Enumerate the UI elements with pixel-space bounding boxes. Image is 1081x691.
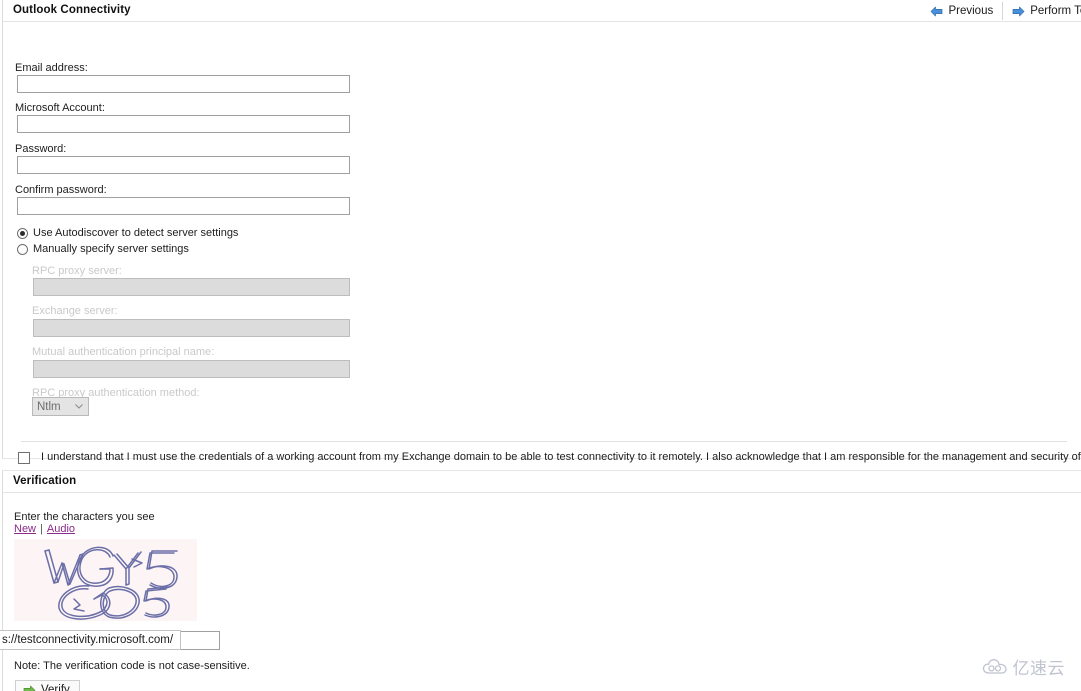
radio-label-autodiscover: Use Autodiscover to detect server settin… [33, 227, 239, 239]
header-actions: Previous Perform Tes [921, 1, 1081, 21]
verify-button[interactable]: Verify [15, 680, 80, 691]
exchange-server-label: Exchange server: [32, 305, 118, 317]
captcha-image [14, 539, 197, 621]
microsoft-account-label: Microsoft Account: [15, 102, 105, 114]
acknowledgement-text: I understand that I must use the credent… [41, 451, 1081, 463]
cloud-icon [982, 659, 1007, 674]
radio-indicator-manual [17, 243, 28, 255]
previous-button-label: Previous [948, 5, 994, 17]
rpc-proxy-server-input[interactable] [33, 278, 350, 296]
acknowledgement-checkbox[interactable] [18, 452, 30, 464]
password-label: Password: [15, 143, 67, 155]
status-bar-url: s://testconnectivity.microsoft.com/ [2, 634, 174, 646]
confirm-password-input[interactable] [17, 197, 350, 215]
captcha-prompt: Enter the characters you see [14, 511, 155, 523]
radio-manual-settings[interactable]: Manually specify server settings [17, 243, 189, 255]
perform-test-button[interactable]: Perform Tes [1002, 2, 1081, 20]
radio-indicator-autodiscover [17, 227, 28, 239]
acknowledgement-row: I understand that I must use the credent… [18, 451, 1081, 464]
radio-use-autodiscover[interactable]: Use Autodiscover to detect server settin… [17, 227, 238, 239]
rpc-auth-method-value: Ntlm [37, 400, 61, 413]
new-captcha-link[interactable]: New [14, 523, 36, 535]
page-title: Outlook Connectivity [13, 4, 131, 16]
captcha-links: New | Audio [14, 523, 75, 535]
watermark: 亿速云 [982, 654, 1066, 679]
outlook-connectivity-panel: Outlook Connectivity Previous Perform Te… [2, 0, 1081, 464]
arrow-right-green-icon [23, 685, 36, 691]
watermark-text: 亿速云 [1012, 659, 1065, 679]
exchange-server-input[interactable] [33, 319, 350, 337]
verification-note: Note: The verification code is not case-… [14, 660, 250, 672]
chevron-down-icon [75, 404, 83, 409]
audio-captcha-link[interactable]: Audio [47, 523, 75, 535]
microsoft-account-input[interactable] [17, 115, 350, 133]
password-input[interactable] [17, 156, 350, 174]
mutual-auth-principal-input[interactable] [33, 360, 350, 378]
captcha-glyphs [14, 539, 197, 621]
form-divider [21, 441, 1067, 442]
rpc-auth-method-select[interactable]: Ntlm [32, 397, 89, 416]
email-address-label: Email address: [15, 62, 88, 74]
browser-status-bar: s://testconnectivity.microsoft.com/ [0, 630, 182, 650]
rpc-proxy-server-label: RPC proxy server: [32, 265, 122, 277]
link-separator: | [40, 523, 43, 535]
radio-label-manual: Manually specify server settings [33, 243, 189, 255]
verification-panel: Verification Enter the characters you se… [2, 470, 1081, 691]
email-address-input[interactable] [17, 75, 350, 93]
mutual-auth-principal-label: Mutual authentication principal name: [32, 346, 215, 358]
verification-panel-header: Verification [3, 471, 1081, 493]
verify-button-label: Verify [41, 684, 70, 691]
app-page: Outlook Connectivity Previous Perform Te… [0, 0, 1081, 691]
arrow-left-icon [931, 6, 943, 16]
confirm-password-label: Confirm password: [15, 184, 107, 196]
previous-button[interactable]: Previous [921, 2, 1002, 20]
verification-title: Verification [13, 475, 77, 487]
arrow-right-icon [1012, 6, 1025, 16]
panel-header: Outlook Connectivity Previous Perform Te… [3, 0, 1081, 22]
perform-test-button-label: Perform Tes [1030, 5, 1081, 17]
